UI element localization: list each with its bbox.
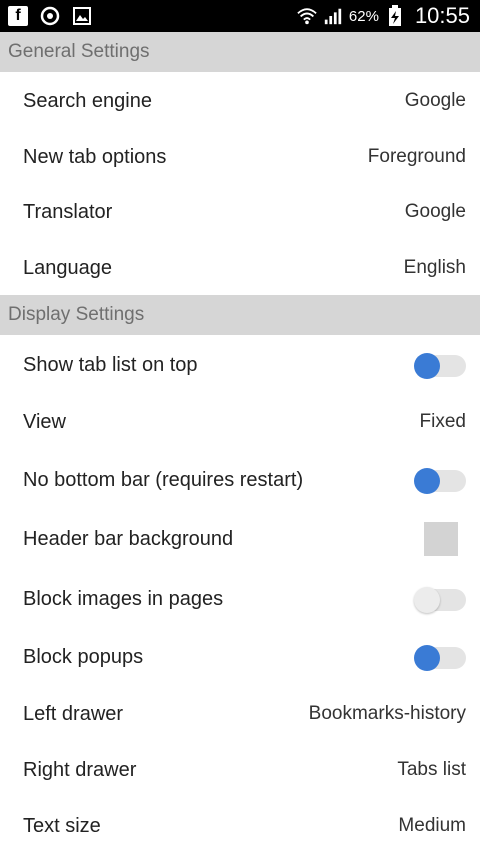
- status-right-icons: 62% 10:55: [297, 3, 470, 29]
- setting-value: Medium: [398, 815, 466, 836]
- toggle-thumb: [414, 468, 440, 494]
- toggle-thumb: [414, 353, 440, 379]
- setting-value: Tabs list: [397, 759, 466, 780]
- signal-icon: [323, 6, 343, 26]
- setting-search-engine[interactable]: Search engine Google: [0, 73, 480, 129]
- setting-value: Google: [404, 201, 466, 222]
- section-header-general: General Settings: [0, 32, 480, 72]
- setting-label: Header bar background: [23, 527, 234, 550]
- setting-value: Foreground: [367, 146, 466, 167]
- setting-label: Block popups: [23, 645, 144, 668]
- setting-no-bottom-bar[interactable]: No bottom bar (requires restart): [0, 452, 480, 508]
- setting-language[interactable]: Language English: [0, 240, 480, 296]
- setting-label: New tab options: [23, 145, 167, 168]
- setting-label: Show tab list on top: [23, 353, 198, 376]
- wifi-icon: [297, 6, 317, 26]
- setting-label: No bottom bar (requires restart): [23, 468, 304, 491]
- setting-translator[interactable]: Translator Google: [0, 184, 480, 240]
- setting-label: Search engine: [23, 89, 152, 112]
- browser-icon: [40, 6, 60, 26]
- show-tab-list-toggle[interactable]: [414, 349, 466, 381]
- clock: 10:55: [414, 3, 470, 28]
- setting-header-bar-background[interactable]: Header bar background: [0, 511, 480, 567]
- battery-percent: 62%: [348, 7, 379, 25]
- setting-value: Bookmarks-history: [308, 703, 466, 724]
- setting-label: Right drawer: [23, 758, 137, 781]
- status-left-icons: f: [8, 6, 92, 26]
- setting-label: Translator: [23, 200, 113, 223]
- setting-label: Left drawer: [23, 702, 124, 725]
- setting-block-images[interactable]: Block images in pages: [0, 571, 480, 627]
- no-bottom-bar-toggle[interactable]: [414, 464, 466, 496]
- setting-label: View: [23, 410, 66, 433]
- setting-text-size[interactable]: Text size Medium: [0, 798, 480, 854]
- toggle-thumb: [414, 587, 440, 613]
- toggle-thumb: [414, 645, 440, 671]
- block-popups-toggle[interactable]: [414, 641, 466, 673]
- setting-value: Google: [404, 90, 466, 111]
- setting-value: English: [403, 257, 466, 278]
- setting-new-tab-options[interactable]: New tab options Foreground: [0, 129, 480, 185]
- facebook-icon: f: [8, 6, 28, 26]
- setting-right-drawer[interactable]: Right drawer Tabs list: [0, 742, 480, 798]
- section-header-display: Display Settings: [0, 295, 480, 335]
- setting-show-tab-list[interactable]: Show tab list on top: [0, 337, 480, 393]
- status-bar: f 62% 10:55: [0, 0, 480, 32]
- battery-charging-icon: [385, 5, 405, 26]
- setting-label: Block images in pages: [23, 587, 224, 610]
- header-color-swatch[interactable]: [424, 522, 458, 556]
- setting-block-popups[interactable]: Block popups: [0, 629, 480, 685]
- setting-label: Text size: [23, 814, 101, 837]
- setting-left-drawer[interactable]: Left drawer Bookmarks-history: [0, 686, 480, 742]
- gallery-icon: [72, 6, 92, 26]
- block-images-toggle[interactable]: [414, 583, 466, 615]
- setting-view[interactable]: View Fixed: [0, 394, 480, 450]
- setting-value: Fixed: [419, 411, 466, 432]
- setting-label: Language: [23, 256, 112, 279]
